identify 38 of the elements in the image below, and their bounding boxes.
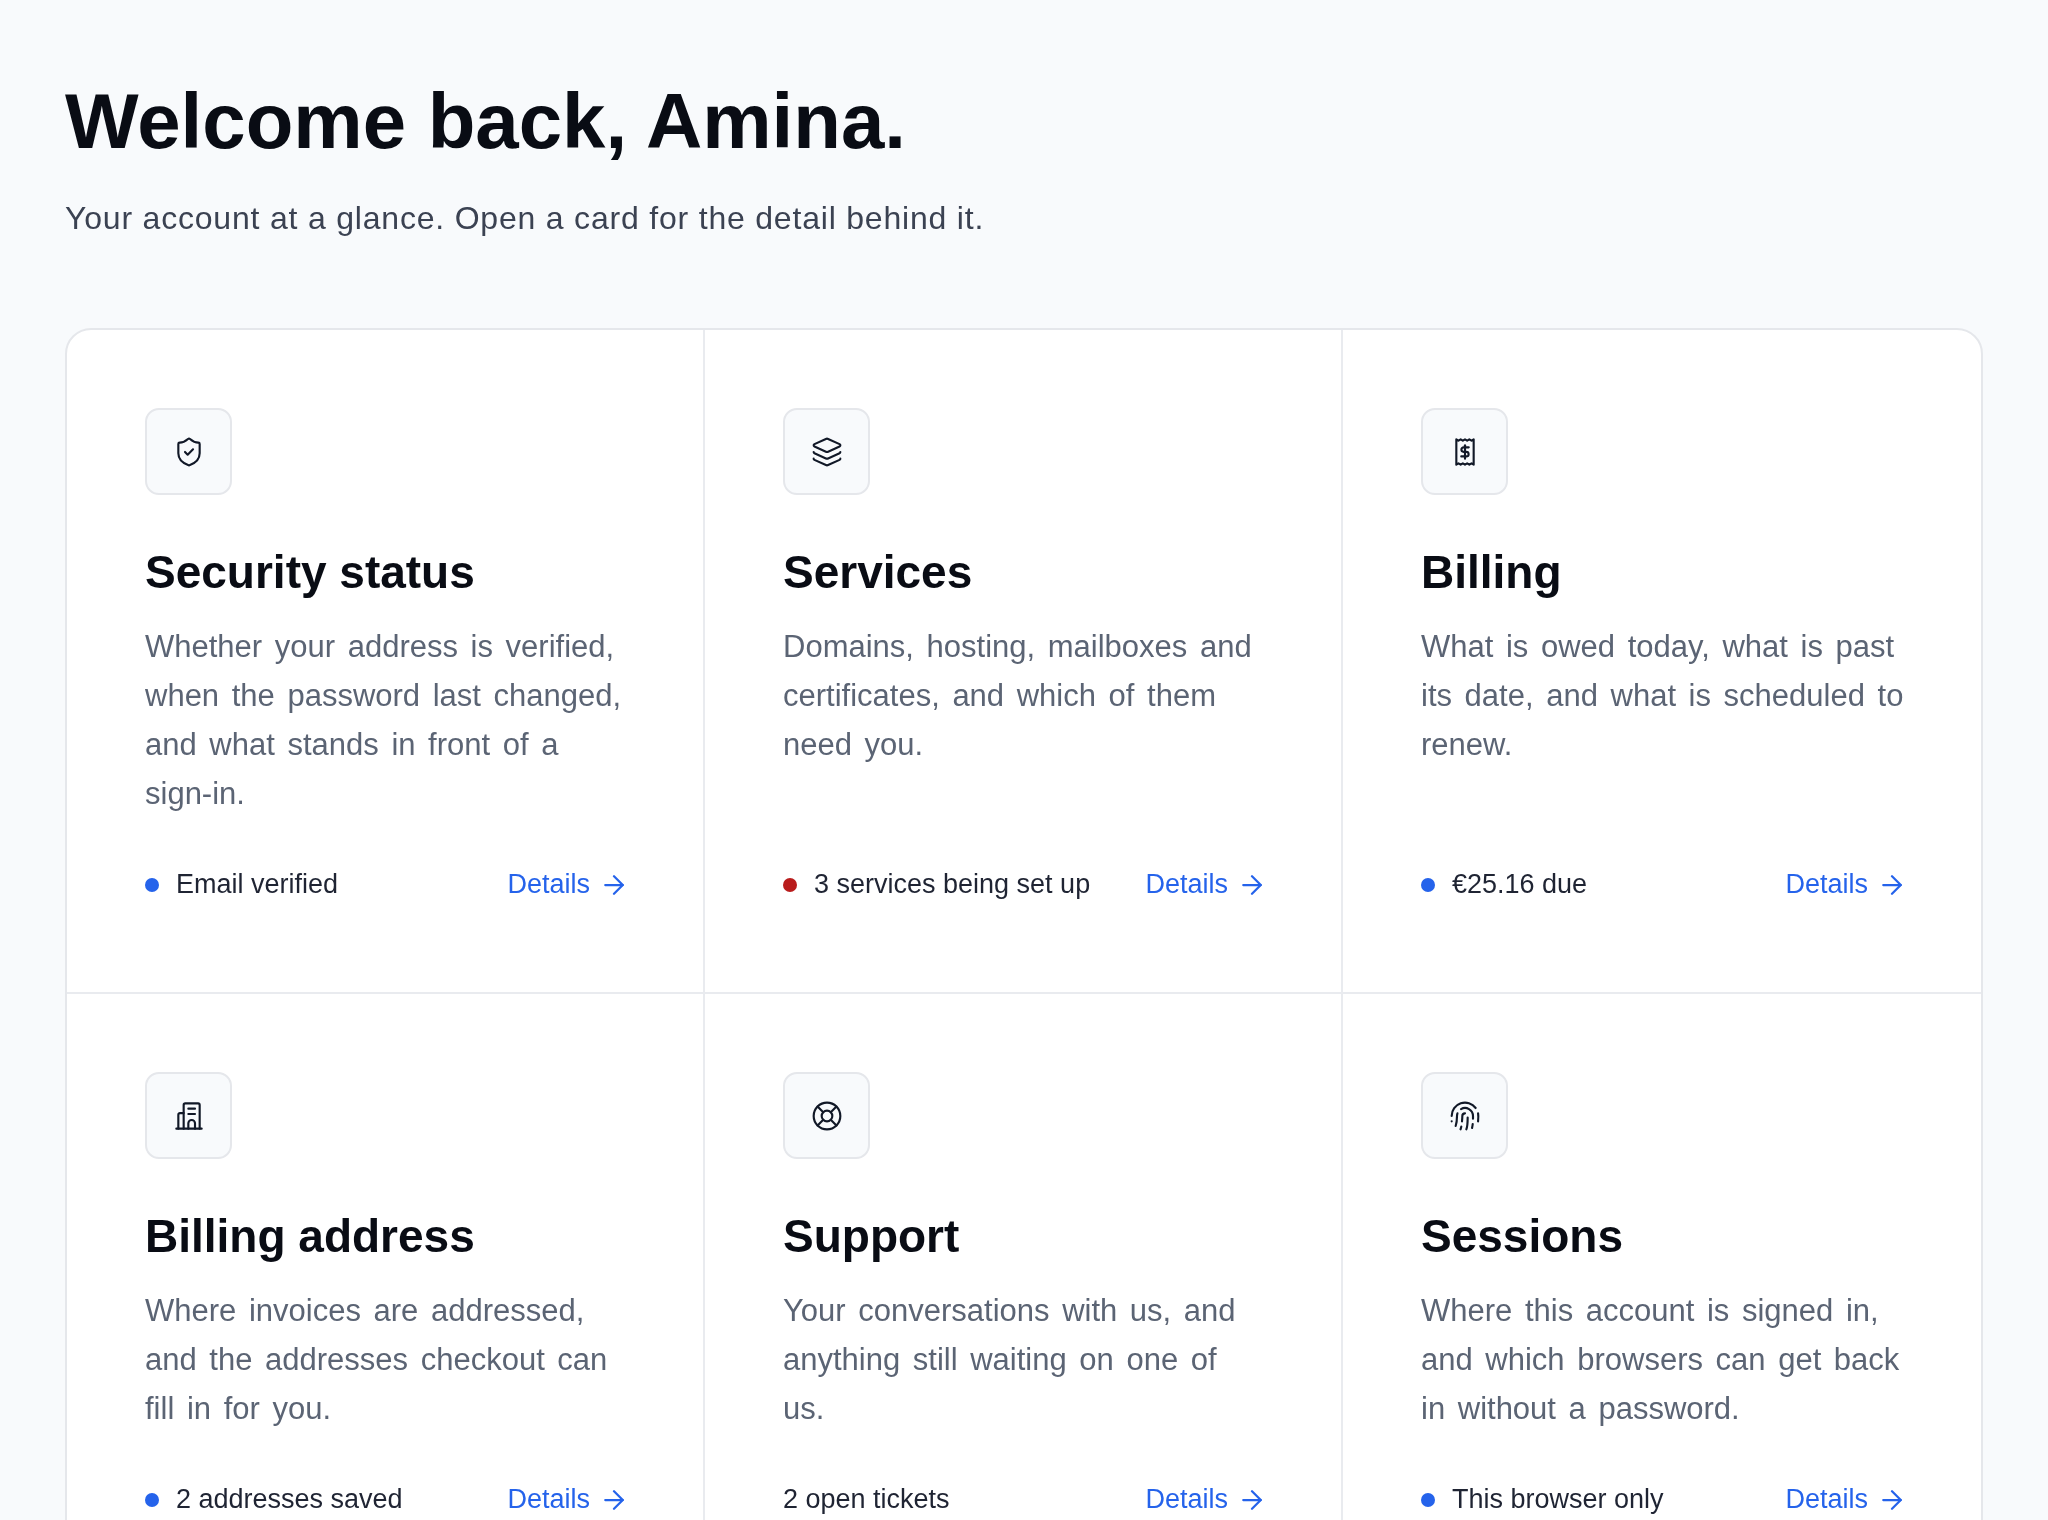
arrow-right-icon	[1882, 874, 1902, 895]
arrow-right-icon	[1882, 1489, 1902, 1510]
card-title: Sessions	[1421, 1209, 1623, 1264]
card-title: Support	[783, 1209, 960, 1264]
lifebuoy-icon	[783, 1072, 870, 1159]
status-text: Email verified	[176, 871, 339, 898]
arrow-right-icon	[1242, 874, 1262, 895]
details-link[interactable]: Details	[1785, 1486, 1902, 1513]
card-description: Where this account is signed in, and which browsers can get back in without a password.	[1421, 1292, 1901, 1428]
shield-check-icon	[145, 408, 232, 495]
details-link[interactable]: Details	[1145, 1486, 1262, 1513]
arrow-right-icon	[604, 874, 624, 895]
status-text: 2 addresses saved	[176, 1486, 403, 1513]
layers-icon	[783, 408, 870, 495]
arrow-right-icon	[604, 1489, 624, 1510]
card-title: Billing address	[145, 1209, 475, 1264]
card-description: What is owed today, what is past its date, and what is scheduled to renew.	[1421, 628, 1905, 764]
status-text: This browser only	[1452, 1486, 1664, 1513]
building-icon	[145, 1072, 232, 1159]
card-description: Your conversations with us, and anything still waiting on one of us.	[783, 1292, 1237, 1428]
receipt-dollar-icon	[1421, 408, 1508, 495]
status-text: 3 services being set up	[814, 871, 1091, 898]
card-title: Security status	[145, 545, 475, 600]
details-link[interactable]: Details	[1785, 871, 1902, 898]
details-link[interactable]: Details	[507, 871, 624, 898]
fingerprint-icon	[1421, 1072, 1508, 1159]
card-description: Domains, hosting, mailboxes and certificates, and which of them need you.	[783, 628, 1253, 764]
details-link[interactable]: Details	[507, 1486, 624, 1513]
page-title: Welcome back, Amina.	[65, 78, 906, 164]
arrow-right-icon	[1242, 1489, 1262, 1510]
card-title: Services	[783, 545, 973, 600]
details-link[interactable]: Details	[1145, 871, 1262, 898]
status-text: 2 open tickets	[783, 1486, 950, 1513]
status-text: €25.16 due	[1452, 871, 1588, 898]
card-title: Billing	[1421, 545, 1562, 600]
page-subtitle: Your account at a glance. Open a card for the detail behind it.	[65, 199, 985, 238]
card-description: Where invoices are addressed, and the addresses checkout can fill in for you.	[145, 1292, 609, 1428]
card-description: Whether your address is verified, when the password last changed, and what stands in front of a sign-in.	[145, 628, 623, 813]
